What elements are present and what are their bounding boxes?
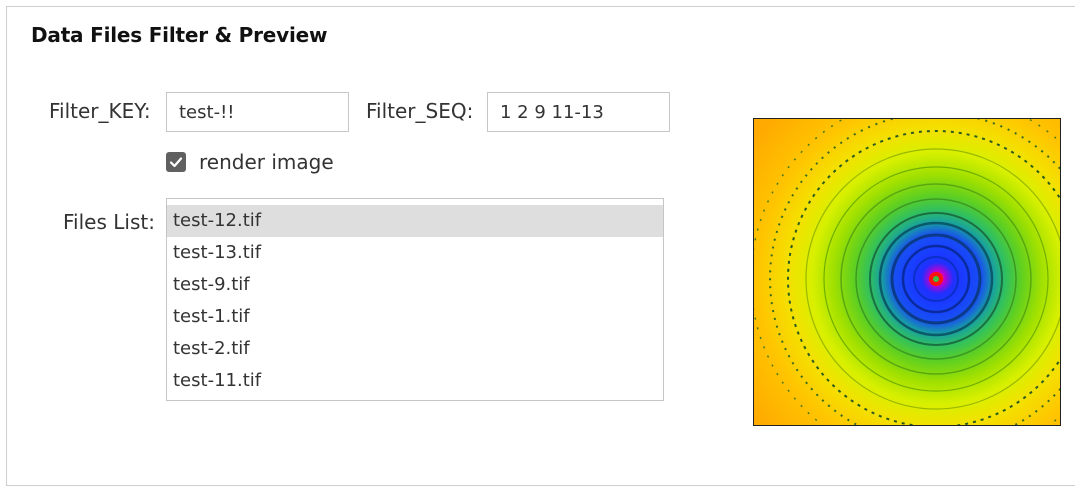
render-image-toggle[interactable]: render image xyxy=(166,150,334,174)
files-list-label: Files List: xyxy=(63,210,155,234)
preview-image xyxy=(753,118,1061,426)
panel-title: Data Files Filter & Preview xyxy=(31,23,328,47)
data-files-panel: Data Files Filter & Preview Filter_KEY: … xyxy=(6,6,1075,486)
filter-key-input[interactable] xyxy=(166,92,349,132)
filter-key-label: Filter_KEY: xyxy=(49,99,151,123)
file-list-item[interactable]: test-12.tif xyxy=(167,205,663,237)
filter-seq-label: Filter_SEQ: xyxy=(366,99,474,123)
files-list[interactable]: test-12.tif test-13.tif test-9.tif test-1.t… xyxy=(166,198,664,401)
file-list-item[interactable]: test-1.tif xyxy=(167,301,663,333)
diffraction-rings-icon xyxy=(754,119,1060,425)
render-image-checkbox[interactable] xyxy=(166,152,186,172)
filter-seq-input[interactable] xyxy=(487,92,670,132)
file-list-item[interactable]: test-2.tif xyxy=(167,333,663,365)
render-image-label: render image xyxy=(199,150,334,174)
file-list-item[interactable]: test-9.tif xyxy=(167,269,663,301)
file-list-item[interactable]: test-11.tif xyxy=(167,365,663,397)
file-list-item[interactable]: test-13.tif xyxy=(167,237,663,269)
checkmark-icon xyxy=(169,157,183,168)
